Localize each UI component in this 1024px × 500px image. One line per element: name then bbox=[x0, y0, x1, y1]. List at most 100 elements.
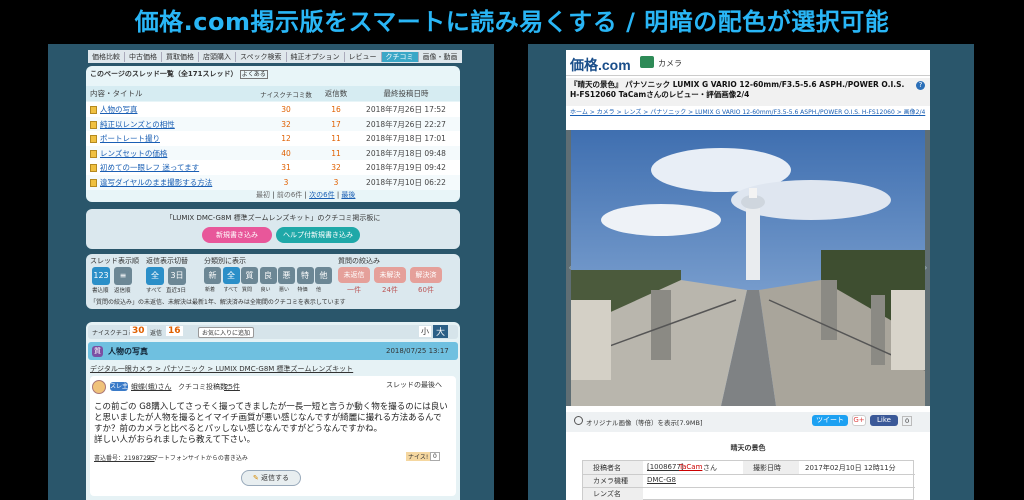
original-image-link[interactable]: オリジナル画像（等倍）を表示[7.9MB] bbox=[586, 417, 702, 427]
thread-row[interactable]: ポートレート撮り 12 11 2018年7月18日 17:01 bbox=[86, 131, 460, 146]
post-date: 2018/07/25 13:17 bbox=[386, 347, 449, 355]
font-small-button[interactable]: 小 bbox=[419, 326, 431, 337]
q-unsolved[interactable]: 未解決 bbox=[374, 267, 406, 283]
photo-viewer: ‹ › bbox=[566, 130, 930, 406]
thread-title[interactable]: レンズセットの価格 bbox=[100, 149, 167, 158]
filter-note: 「質問の絞込み」の未返信、未解決は最新1年、解決済みは全期間のクチコミを表示して… bbox=[90, 299, 346, 306]
like-button[interactable]: Like bbox=[870, 415, 898, 426]
thread-icon bbox=[90, 120, 97, 129]
col-date: 最終投稿日時 bbox=[383, 89, 429, 98]
thread-title[interactable]: 違写ダイヤルのまま撮影する方法 bbox=[100, 178, 212, 187]
page-banner: 価格.com掲示版をスマートに読み易くする / 明暗の配色が選択可能 bbox=[134, 8, 890, 36]
thread-nice: 31 bbox=[281, 163, 291, 172]
thread-date: 2018年7月19日 09:42 bbox=[366, 163, 446, 172]
nav-item[interactable]: 店頭購入 bbox=[199, 51, 236, 62]
thread-reply: 17 bbox=[331, 119, 341, 129]
thread-row[interactable]: 初めての一眼レフ 迷ってます 31 32 2018年7月19日 09:42 bbox=[86, 160, 460, 175]
reply-button[interactable]: ✎ 返信する bbox=[241, 470, 301, 486]
nav-item[interactable]: 純正オプション bbox=[287, 51, 345, 62]
thread-date: 2018年7月26日 22:27 bbox=[366, 119, 446, 129]
thread-title[interactable]: 純正以レンズとの相性 bbox=[100, 120, 175, 129]
filter-card: スレッド表示順 返信表示切替 分類別に表示 質問の絞込み 123 ≡ 全 3日 … bbox=[86, 254, 460, 309]
q-unreplied[interactable]: 未返信 bbox=[338, 267, 370, 283]
category-filter-button[interactable]: 他 bbox=[315, 267, 332, 284]
nice-button-count: 0 bbox=[430, 452, 440, 461]
thread-row[interactable]: 違写ダイヤルのまま撮影する方法 3 3 2018年7月10日 06:22 bbox=[86, 174, 460, 190]
thread-reply: 11 bbox=[331, 134, 341, 143]
reply-3days[interactable]: 3日 bbox=[168, 267, 186, 285]
breadcrumb[interactable]: ホーム > カメラ > レンズ > パナソニック > LUMIX G VARIO… bbox=[570, 108, 926, 117]
pencil-icon: ✎ bbox=[252, 474, 259, 482]
help-icon[interactable]: ? bbox=[916, 81, 925, 90]
dark-theme-board-view: 価格比較 中古価格 買取価格 店頭購入 スペック検索 純正オプション レビュー クチコミ 画像・… bbox=[48, 44, 494, 500]
category-label: カメラ bbox=[658, 59, 682, 68]
category-filter-button[interactable]: 全 bbox=[222, 267, 240, 284]
category-filter-button[interactable]: 特 bbox=[296, 267, 314, 284]
nav-item[interactable]: 画像・動画 bbox=[419, 51, 462, 62]
help-post-button[interactable]: ヘルプ付新規書き込み bbox=[276, 227, 360, 243]
nav-item[interactable]: クチコミ bbox=[381, 51, 419, 62]
thread-row[interactable]: 人物の写真 30 16 2018年7月26日 17:52 bbox=[86, 102, 460, 117]
order-by-reply[interactable]: ≡ bbox=[114, 267, 132, 285]
thread-title[interactable]: 人物の写真 bbox=[100, 105, 138, 114]
pager-prev[interactable]: 前の6件 bbox=[277, 191, 302, 199]
post-breadcrumb[interactable]: デジタル一眼カメラ > パナソニック > LUMIX DMC-G8M 標準ズーム… bbox=[90, 364, 353, 374]
new-post-button[interactable]: 新規書き込み bbox=[202, 227, 272, 243]
thread-reply: 32 bbox=[331, 163, 341, 172]
pager-first[interactable]: 最初 bbox=[256, 191, 270, 199]
kakaku-logo[interactable]: 価格.com bbox=[570, 55, 631, 75]
nice-count: 30 bbox=[130, 326, 147, 336]
post-card: ナイスクチコミ 30 返信 16 お気に入りに追加 小 大 質 人物の写真 20… bbox=[86, 322, 460, 500]
thread-list-header: 内容・タイトル ナイスクチコミ数 返信数 最終投稿日時 bbox=[86, 86, 460, 101]
category-filter-button[interactable]: 新 bbox=[204, 267, 221, 284]
font-large-button[interactable]: 大 bbox=[433, 325, 449, 338]
filter-group-order: スレッド表示順 bbox=[90, 257, 139, 265]
gplus-button[interactable]: G+ bbox=[852, 415, 866, 426]
tweet-button[interactable]: ツイート bbox=[812, 415, 848, 426]
nav-item[interactable]: 価格比較 bbox=[88, 51, 125, 62]
like-count: 0 bbox=[902, 416, 913, 426]
question-category-badge: 質 bbox=[92, 346, 103, 357]
reply-all[interactable]: 全 bbox=[146, 267, 164, 285]
shot-datetime: 2017年02月10日 12時11分 bbox=[805, 464, 896, 472]
order-by-post[interactable]: 123 bbox=[92, 267, 110, 285]
thread-title[interactable]: 初めての一眼レフ 迷ってます bbox=[100, 163, 199, 172]
pager-last[interactable]: 最後 bbox=[341, 191, 355, 199]
thread-title[interactable]: ポートレート撮り bbox=[100, 134, 160, 143]
thread-owner-badge: スレ主 bbox=[110, 382, 129, 391]
nav-item[interactable]: 中古価格 bbox=[125, 51, 162, 62]
thread-row[interactable]: 純正以レンズとの相性 32 17 2018年7月26日 22:27 bbox=[86, 116, 460, 132]
new-post-card: 「LUMIX DMC-G8M 標準ズームレンズキット」のクチコミ掲示板に 新規書… bbox=[86, 209, 460, 249]
category-filter-button[interactable]: 良 bbox=[259, 267, 277, 284]
q-solved[interactable]: 解決済 bbox=[410, 267, 442, 283]
nice-button[interactable]: ナイス! bbox=[406, 452, 431, 461]
nav-item[interactable]: レビュー bbox=[345, 51, 382, 62]
poster-name[interactable]: TaCam bbox=[679, 463, 702, 471]
category-filter-button[interactable]: 質 bbox=[241, 267, 258, 284]
photo[interactable] bbox=[571, 130, 925, 406]
thread-icon bbox=[90, 178, 97, 187]
filter-group-reply: 返信表示切替 bbox=[146, 257, 188, 265]
category-filter-button[interactable]: 悪 bbox=[278, 267, 295, 284]
thread-reply: 11 bbox=[331, 148, 341, 158]
pager: 最初 | 前の6件 | 次の6件 | 最後 bbox=[256, 191, 356, 199]
camera-model-link[interactable]: DMC-G8 bbox=[647, 476, 676, 484]
thread-list-title-badge[interactable]: よくある bbox=[239, 70, 268, 79]
nav-item[interactable]: 買取価格 bbox=[162, 51, 199, 62]
post-count[interactable]: 25件 bbox=[224, 382, 240, 392]
pager-next[interactable]: 次の6件 bbox=[309, 191, 334, 199]
thread-nice: 3 bbox=[283, 177, 289, 187]
thread-date: 2018年7月18日 09:48 bbox=[366, 148, 446, 158]
thread-date: 2018年7月18日 17:01 bbox=[366, 134, 446, 143]
light-theme-photo-view: 価格.com カメラ 『晴天の景色』 パナソニック LUMIX G VARIO … bbox=[528, 44, 974, 500]
nav-item[interactable]: スペック検索 bbox=[236, 51, 287, 62]
reply-label: 返信 bbox=[150, 330, 163, 337]
photo-caption: 晴天の景色 bbox=[730, 444, 766, 452]
post-author[interactable]: 蛾蝶(蛾)さん bbox=[131, 382, 171, 392]
board-title: 「LUMIX DMC-G8M 標準ズームレンズキット」のクチコミ掲示板に bbox=[165, 214, 381, 222]
nice-label: ナイスクチコミ bbox=[92, 330, 134, 337]
go-thread-end-link[interactable]: スレッドの最後へ bbox=[386, 380, 442, 390]
thread-row[interactable]: レンズセットの価格 40 11 2018年7月18日 09:48 bbox=[86, 145, 460, 161]
col-reply: 返信数 bbox=[324, 89, 348, 98]
add-favorite-button[interactable]: お気に入りに追加 bbox=[198, 327, 255, 338]
